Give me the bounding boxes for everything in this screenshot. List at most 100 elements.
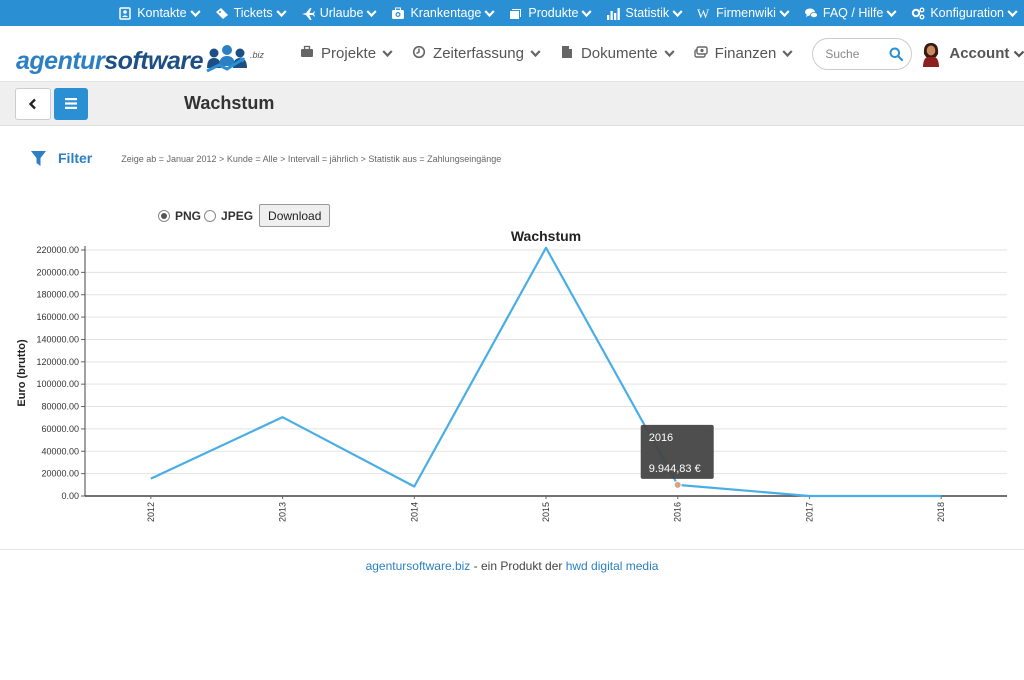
avatar — [923, 42, 940, 67]
topnav-item-konfiguration[interactable]: Konfiguration — [911, 6, 1018, 20]
menu-button[interactable] — [54, 87, 88, 120]
search-box[interactable] — [812, 37, 913, 70]
y-tick-label: 120000.00 — [36, 357, 79, 367]
nav-item-projekte[interactable]: Projekte — [300, 45, 393, 63]
chevron-down-icon — [672, 9, 683, 17]
chevron-down-icon — [1014, 50, 1024, 58]
topnav-item-urlaube[interactable]: Urlaube — [301, 6, 378, 20]
y-tick-label: 100000.00 — [36, 379, 79, 389]
hamburger-icon — [65, 98, 77, 109]
y-tick-label: 160000.00 — [36, 312, 79, 322]
chevron-down-icon — [782, 50, 793, 58]
tooltip-value: 9.944,83 € — [649, 463, 701, 475]
chevron-down-icon — [189, 9, 201, 17]
png-radio[interactable] — [158, 209, 170, 222]
y-tick-label: 200000.00 — [36, 267, 79, 277]
x-tick-label: 2017 — [804, 502, 814, 522]
briefcase-icon — [301, 45, 314, 57]
y-tick-label: 20000.00 — [41, 469, 79, 479]
y-tick-label: 60000.00 — [41, 424, 79, 434]
x-tick-label: 2012 — [146, 502, 156, 522]
x-tick-label: 2013 — [278, 502, 288, 522]
topnav-label: Kontakte — [137, 6, 187, 20]
logo-biz-suffix: .biz — [250, 49, 265, 60]
topnav-item-statistik[interactable]: Statistik — [606, 6, 683, 20]
growth-line-chart: Wachstum 0.00 20000.00 40000.00 60000.00 8000… — [16, 228, 1007, 522]
account-label: Account — [949, 45, 1010, 62]
agentursoftware-logo[interactable]: agentursoftware .biz — [16, 34, 264, 74]
chevron-down-icon — [886, 9, 897, 17]
products-icon — [510, 9, 522, 19]
jpeg-radio[interactable] — [204, 209, 217, 222]
search-input[interactable] — [825, 46, 890, 61]
topnav-label: Krankentage — [410, 6, 482, 20]
topnav-item-produkte[interactable]: Produkte — [509, 6, 592, 20]
topnav-item-faq-hilfe[interactable]: FAQ / Hilfe — [804, 6, 897, 20]
footer-divider — [0, 549, 1024, 550]
page-toolbar: Wachstum — [0, 82, 1024, 126]
nav-label: Projekte — [321, 45, 377, 62]
x-tick-label: 2015 — [541, 502, 551, 522]
topnav-item-kontakte[interactable]: Kontakte — [118, 6, 201, 20]
nav-item-zeiterfassung[interactable]: Zeiterfassung — [412, 45, 541, 63]
y-tick-label: 140000.00 — [36, 334, 79, 344]
topnav-item-krankentage[interactable]: Krankentage — [391, 6, 495, 20]
airplane-icon — [301, 8, 315, 20]
contact-book-icon — [119, 7, 131, 20]
filter-row: Filter Zeige ab = Januar 2012 > Kunde = … — [0, 126, 1024, 190]
topnav-item-firmenwiki[interactable]: W Firmenwiki — [697, 6, 790, 21]
filter-summary: Zeige ab = Januar 2012 > Kunde = Alle > … — [121, 154, 502, 164]
clock-icon — [412, 45, 426, 58]
bar-chart-icon — [607, 8, 621, 20]
chevron-down-icon — [1007, 9, 1018, 17]
filter-funnel-icon[interactable] — [31, 150, 46, 167]
y-tick-label: 80000.00 — [41, 402, 79, 412]
highlighted-point — [673, 480, 682, 489]
chevron-down-icon — [382, 50, 393, 58]
footer: agentursoftware.biz - ein Produkt der hw… — [0, 559, 1024, 573]
nav-label: Zeiterfassung — [433, 45, 524, 62]
chevron-down-icon — [366, 9, 378, 17]
filter-toggle[interactable]: Filter — [58, 150, 92, 166]
y-tick-label: 180000.00 — [36, 290, 79, 300]
medical-kit-icon — [392, 7, 405, 19]
chevron-left-icon — [28, 98, 36, 109]
ticket-icon — [215, 8, 228, 19]
x-tick-label: 2014 — [409, 502, 419, 522]
chevron-down-icon — [530, 50, 541, 58]
topnav-label: Tickets — [233, 6, 273, 20]
chevron-down-icon — [664, 50, 675, 58]
x-tick-label: 2016 — [673, 502, 683, 522]
site-link[interactable]: agentursoftware.biz — [366, 559, 471, 573]
chat-bubbles-icon — [804, 8, 818, 18]
y-tick-label: 220000.00 — [36, 245, 79, 255]
y-tick-label: 0.00 — [61, 491, 79, 501]
png-label: PNG — [175, 208, 202, 223]
chevron-down-icon — [484, 9, 495, 17]
logo-text: agentursoftware — [16, 46, 203, 75]
topnav-label: Urlaube — [319, 6, 364, 20]
nav-item-dokumente[interactable]: Dokumente — [560, 45, 675, 63]
top-navigation-bar: Kontakte Tickets Urlaube Krankentage Produkt… — [0, 0, 1024, 26]
main-header: agentursoftware .biz Projekte Zeiterfassu… — [0, 26, 1024, 82]
topnav-label: Statistik — [625, 6, 670, 20]
logo-people-icon — [205, 44, 249, 74]
topnav-label: Produkte — [528, 6, 579, 20]
main-navigation: Projekte Zeiterfassung Dokumente Finanzen — [300, 45, 812, 63]
nav-label: Finanzen — [714, 45, 777, 62]
nav-item-finanzen[interactable]: Finanzen — [693, 45, 794, 63]
chevron-down-icon — [779, 9, 790, 17]
back-button[interactable] — [15, 87, 51, 120]
search-icon[interactable] — [889, 47, 904, 61]
account-menu[interactable]: Account — [920, 41, 1024, 67]
series-line — [150, 246, 942, 498]
topnav-label: FAQ / Hilfe — [822, 6, 884, 20]
y-axis-label: Euro (brutto) — [16, 339, 28, 407]
wikipedia-icon: W — [697, 6, 710, 21]
tooltip-label: 2016 — [649, 432, 673, 444]
gears-icon — [912, 7, 925, 20]
topnav-item-tickets[interactable]: Tickets — [215, 6, 287, 20]
topnav-label: Firmenwiki — [716, 6, 776, 20]
company-link[interactable]: hwd digital media — [566, 559, 659, 573]
y-tick-label: 40000.00 — [41, 446, 79, 456]
